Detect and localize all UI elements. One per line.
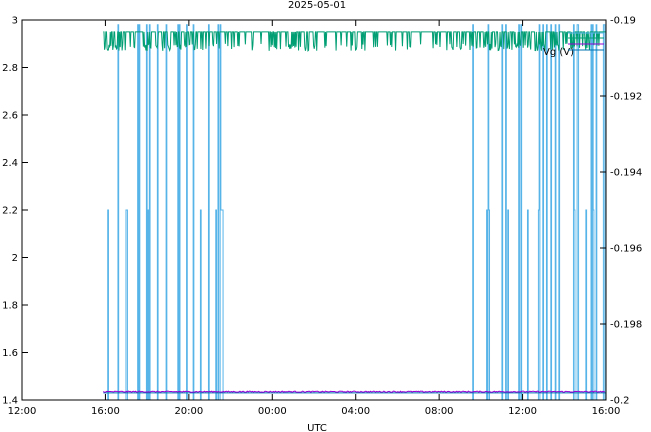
x-tick-label: 08:00 [425, 406, 454, 417]
x-tick-label: 12:00 [508, 406, 537, 417]
x-tick-label: 20:00 [174, 406, 203, 417]
y-right-tick-label: -0.2 [610, 396, 630, 407]
y-right-tick-label: -0.192 [610, 92, 642, 103]
y-left-tick-label: 2 [12, 253, 18, 264]
series-layer [103, 24, 606, 401]
x-tick-label: 12:00 [8, 406, 37, 417]
y-left-tick-label: 1.4 [2, 396, 18, 407]
x-tick-label: 16:00 [592, 406, 621, 417]
y-right-tick-label: -0.196 [610, 244, 642, 255]
y-left-tick-label: 2.6 [2, 111, 18, 122]
y-left-tick-label: 2.4 [2, 158, 18, 169]
chart-title: 2025-05-01 [288, 0, 346, 11]
y-left-tick-label: 3 [12, 16, 18, 27]
x-tick-label: 00:00 [258, 406, 287, 417]
y-right-tick-label: -0.19 [610, 16, 636, 27]
x-tick-label: 04:00 [341, 406, 370, 417]
y-left-tick-label: 2.8 [2, 63, 18, 74]
series-purple-line [103, 390, 606, 393]
x-tick-label: 16:00 [91, 406, 120, 417]
y-right-tick-label: -0.198 [610, 320, 642, 331]
y-left-tick-label: 1.8 [2, 301, 18, 312]
legend-label: Vg (V) [543, 47, 574, 58]
y-left-tick-label: 2.2 [2, 206, 18, 217]
x-axis-title: UTC [307, 423, 327, 432]
y-left-tick-label: 1.6 [2, 348, 18, 359]
y-right-tick-label: -0.194 [610, 168, 642, 179]
series-blue-line [103, 24, 606, 401]
chart: 2025-05-01 12:00 16:00 20:00 00:00 04:00 08:0… [2, 0, 642, 432]
